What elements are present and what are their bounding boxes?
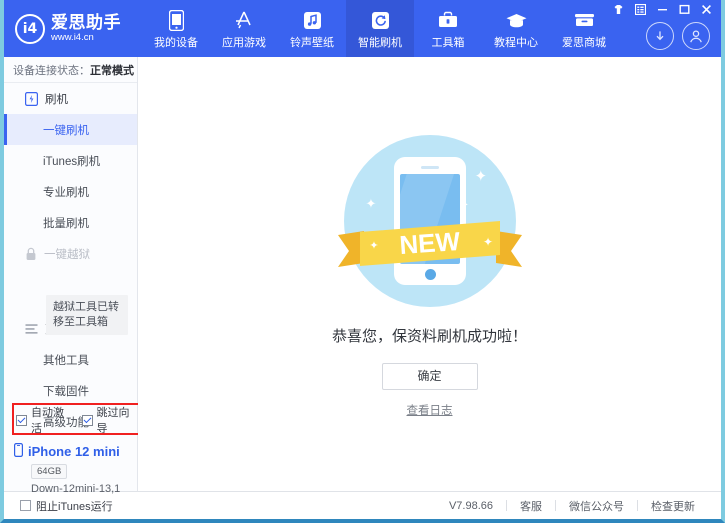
device-identifier: Down-12mini-13,1 <box>31 483 137 495</box>
sidebar-item-label: 一键越狱 <box>44 246 90 262</box>
title-bar: i4 爱思助手 www.i4.cn 我的设备 应用游戏 <box>4 0 721 57</box>
confirm-button[interactable]: 确定 <box>382 363 478 390</box>
graduation-icon <box>505 9 528 31</box>
connected-device-info[interactable]: iPhone 12 mini 64GB Down-12mini-13,1 <box>4 439 137 495</box>
version-label: V7.98.66 <box>436 500 506 512</box>
nav-item-store[interactable]: 爱思商城 <box>550 0 618 57</box>
device-name: iPhone 12 mini <box>28 444 120 459</box>
nav-item-toolbox[interactable]: 工具箱 <box>414 0 482 57</box>
skin-icon[interactable] <box>612 3 625 16</box>
maximize-button[interactable] <box>678 3 691 16</box>
nav-item-ringtones-wallpapers[interactable]: 铃声壁纸 <box>278 0 346 57</box>
refresh-icon <box>371 9 390 31</box>
menu-icon[interactable] <box>634 3 647 16</box>
sidebar: 设备连接状态：正常模式 刷机 一键刷机 iTunes刷机 专业刷机 批量刷机 <box>4 57 138 491</box>
sidebar-item-download-firmware[interactable]: 下载固件 <box>4 375 137 406</box>
nav-label: 铃声壁纸 <box>290 34 334 50</box>
skip-wizard-label: 跳过向导 <box>97 404 138 436</box>
content-panel: ✦ ✦ ✦ NEW ✦ ✦ 恭喜您，保资料刷机成功啦！ 确定 查看日志 <box>138 57 721 491</box>
sidebar-group-flash[interactable]: 刷机 <box>4 83 137 114</box>
customer-service-link[interactable]: 客服 <box>507 498 555 514</box>
wechat-official-link[interactable]: 微信公众号 <box>556 498 637 514</box>
sparkle-icon: ✦ <box>475 169 488 184</box>
nav-item-apps-games[interactable]: 应用游戏 <box>210 0 278 57</box>
toolbox-icon <box>437 9 459 31</box>
sidebar-item-pro-flash[interactable]: 专业刷机 <box>4 176 137 207</box>
auto-activate-checkbox[interactable]: 自动激活 <box>16 404 72 436</box>
brand-url: www.i4.cn <box>51 33 121 43</box>
nav-label: 我的设备 <box>154 34 198 50</box>
sidebar-item-label: 一键刷机 <box>43 122 89 138</box>
i4-logo-icon: i4 <box>15 14 45 44</box>
brand-text: 爱思助手 www.i4.cn <box>51 14 121 43</box>
new-phone-illustration: ✦ ✦ ✦ NEW ✦ ✦ <box>344 135 516 307</box>
brand-logo-area: i4 爱思助手 www.i4.cn <box>4 0 138 57</box>
sidebar-item-one-click-jailbreak: 一键越狱 <box>4 238 137 269</box>
main-navigation: 我的设备 应用游戏 铃声壁纸 智能刷机 <box>142 0 618 57</box>
status-bar: 阻止iTunes运行 V7.98.66 客服 微信公众号 检查更新 <box>4 491 721 519</box>
sidebar-item-label: 批量刷机 <box>43 215 89 231</box>
check-update-link[interactable]: 检查更新 <box>638 498 708 514</box>
block-itunes-label: 阻止iTunes运行 <box>36 498 113 514</box>
device-status-value: 正常模式 <box>90 62 134 78</box>
jailbreak-tooltip: 越狱工具已转移至工具箱 <box>46 295 128 335</box>
svg-text:✦: ✦ <box>482 235 492 249</box>
nav-item-my-device[interactable]: 我的设备 <box>142 0 210 57</box>
i4-assistant-window: i4 爱思助手 www.i4.cn 我的设备 应用游戏 <box>0 0 725 523</box>
skip-wizard-checkbox[interactable]: 跳过向导 <box>82 404 138 436</box>
phone-icon <box>169 9 184 31</box>
main-area: 设备连接状态：正常模式 刷机 一键刷机 iTunes刷机 专业刷机 批量刷机 <box>4 57 721 491</box>
sidebar-item-itunes-flash[interactable]: iTunes刷机 <box>4 145 137 176</box>
device-status-row: 设备连接状态：正常模式 <box>4 57 137 83</box>
minimize-button[interactable] <box>656 3 669 16</box>
block-itunes-checkbox[interactable]: 阻止iTunes运行 <box>4 498 138 514</box>
device-status-label: 设备连接状态： <box>13 62 90 78</box>
sparkle-icon: ✦ <box>461 201 469 211</box>
close-button[interactable] <box>700 3 713 16</box>
account-area <box>646 22 710 50</box>
flash-device-icon <box>25 92 38 106</box>
nav-label: 智能刷机 <box>358 34 402 50</box>
lock-icon <box>25 247 37 261</box>
device-name-row: iPhone 12 mini <box>14 443 137 460</box>
window-controls <box>612 3 713 16</box>
footer-links: V7.98.66 客服 微信公众号 检查更新 <box>138 498 721 514</box>
device-capacity-badge: 64GB <box>31 464 67 479</box>
view-log-link[interactable]: 查看日志 <box>407 402 453 418</box>
brand-name: 爱思助手 <box>51 14 121 32</box>
account-icon[interactable] <box>682 22 710 50</box>
download-icon[interactable] <box>646 22 674 50</box>
checkbox-box <box>16 415 27 426</box>
sidebar-item-other-tools[interactable]: 其他工具 <box>4 344 137 375</box>
sidebar-item-batch-flash[interactable]: 批量刷机 <box>4 207 137 238</box>
checkbox-box <box>82 415 93 426</box>
nav-label: 爱思商城 <box>562 34 606 50</box>
music-icon <box>303 9 322 31</box>
nav-item-smart-flash[interactable]: 智能刷机 <box>346 0 414 57</box>
sparkle-icon: ✦ <box>366 197 377 210</box>
auto-activate-label: 自动激活 <box>31 404 72 436</box>
sidebar-item-label: 其他工具 <box>43 352 89 368</box>
sidebar-item-one-click-flash[interactable]: 一键刷机 <box>4 114 137 145</box>
phone-small-icon <box>14 443 23 460</box>
sidebar-item-label: 下载固件 <box>43 383 89 399</box>
sidebar-group-label: 刷机 <box>45 91 68 107</box>
nav-label: 工具箱 <box>432 34 465 50</box>
shop-icon <box>573 9 596 31</box>
ribbon-text: NEW <box>398 226 461 260</box>
nav-item-tutorials[interactable]: 教程中心 <box>482 0 550 57</box>
sidebar-options-row: 自动激活 跳过向导 <box>4 405 137 435</box>
new-ribbon: NEW ✦ ✦ <box>338 219 522 271</box>
i4-logo-text: i4 <box>23 21 38 37</box>
sidebar-item-label: 专业刷机 <box>43 184 89 200</box>
list-icon <box>25 323 38 335</box>
svg-text:✦: ✦ <box>369 240 378 252</box>
checkbox-box <box>20 500 31 511</box>
nav-label: 教程中心 <box>494 34 538 50</box>
nav-label: 应用游戏 <box>222 34 266 50</box>
sidebar-item-label: iTunes刷机 <box>43 153 100 169</box>
appstore-icon <box>233 9 255 31</box>
phone-speaker <box>421 166 439 169</box>
success-message: 恭喜您，保资料刷机成功啦！ <box>332 325 527 346</box>
